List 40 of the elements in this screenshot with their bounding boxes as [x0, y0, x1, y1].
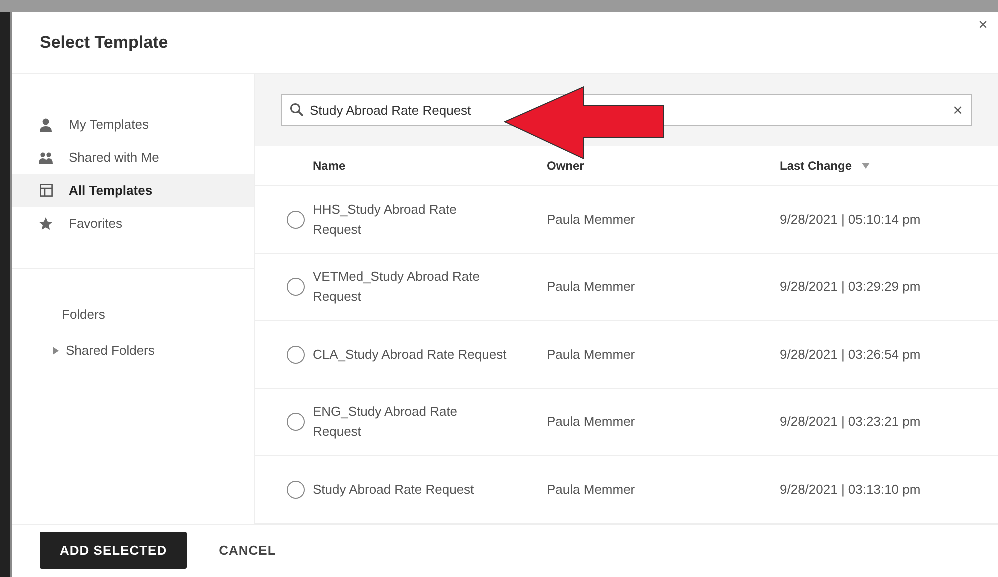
column-header[interactable]: Last Change	[780, 156, 852, 175]
table-cell-text: VETMed_Study Abroad Rate Request	[313, 268, 481, 306]
table-cell-text: 9/28/2021 | 03:26:54 pm	[780, 346, 922, 364]
table-cell-text: Paula Memmer	[547, 278, 636, 296]
radio-button[interactable]	[287, 346, 305, 364]
table-cell-text: Paula Memmer	[547, 480, 636, 499]
folder-item[interactable]: Shared Folders	[52, 340, 254, 360]
sidebar-item[interactable]: My Templates	[12, 108, 254, 142]
table-cell-text: Paula Memmer	[547, 210, 636, 229]
people-icon	[38, 152, 54, 164]
table-cell-text: 9/28/2021 | 03:23:21 pm	[780, 413, 922, 432]
sort-icon	[862, 162, 870, 169]
table-cell-text: 9/28/2021 | 05:10:14 pm	[780, 210, 922, 229]
table-cell-text: ENG_Study Abroad Rate Request	[313, 403, 459, 442]
sidebar-item[interactable]: Favorites	[12, 207, 254, 240]
close-button[interactable]: ×	[974, 18, 992, 34]
table-cell-text: Paula Memmer	[547, 413, 636, 432]
search-icon	[290, 103, 304, 118]
table-cell-text: 9/28/2021 | 03:13:10 pm	[780, 480, 922, 499]
radio-button[interactable]	[287, 480, 305, 499]
table-cell-text: HHS_Study Abroad Rate Request	[313, 200, 458, 239]
star-icon	[39, 216, 53, 231]
radio-button[interactable]	[287, 210, 305, 229]
table-cell-text: 9/28/2021 | 03:29:29 pm	[780, 278, 922, 296]
column-header[interactable]: Name	[313, 156, 346, 175]
folders-heading: Folders	[62, 306, 106, 324]
column-header[interactable]: Owner	[547, 156, 584, 175]
sidebar-item[interactable]: Shared with Me	[12, 141, 254, 174]
table-cell-text: CLA_Study Abroad Rate Request	[313, 346, 508, 364]
cancel-button[interactable]: CANCEL	[219, 541, 276, 561]
layout-icon	[40, 184, 52, 198]
radio-button[interactable]	[287, 278, 305, 296]
clear-button[interactable]: ×	[953, 102, 963, 119]
person-icon	[39, 118, 53, 132]
add-selected-button[interactable]: ADD SELECTED	[40, 532, 188, 570]
table-cell-text: Paula Memmer	[547, 346, 636, 364]
dialog-title: Select Template	[40, 32, 168, 54]
table-cell-text: Study Abroad Rate Request	[313, 480, 476, 499]
radio-button[interactable]	[287, 413, 305, 432]
sidebar-item[interactable]: All Templates	[12, 174, 254, 208]
